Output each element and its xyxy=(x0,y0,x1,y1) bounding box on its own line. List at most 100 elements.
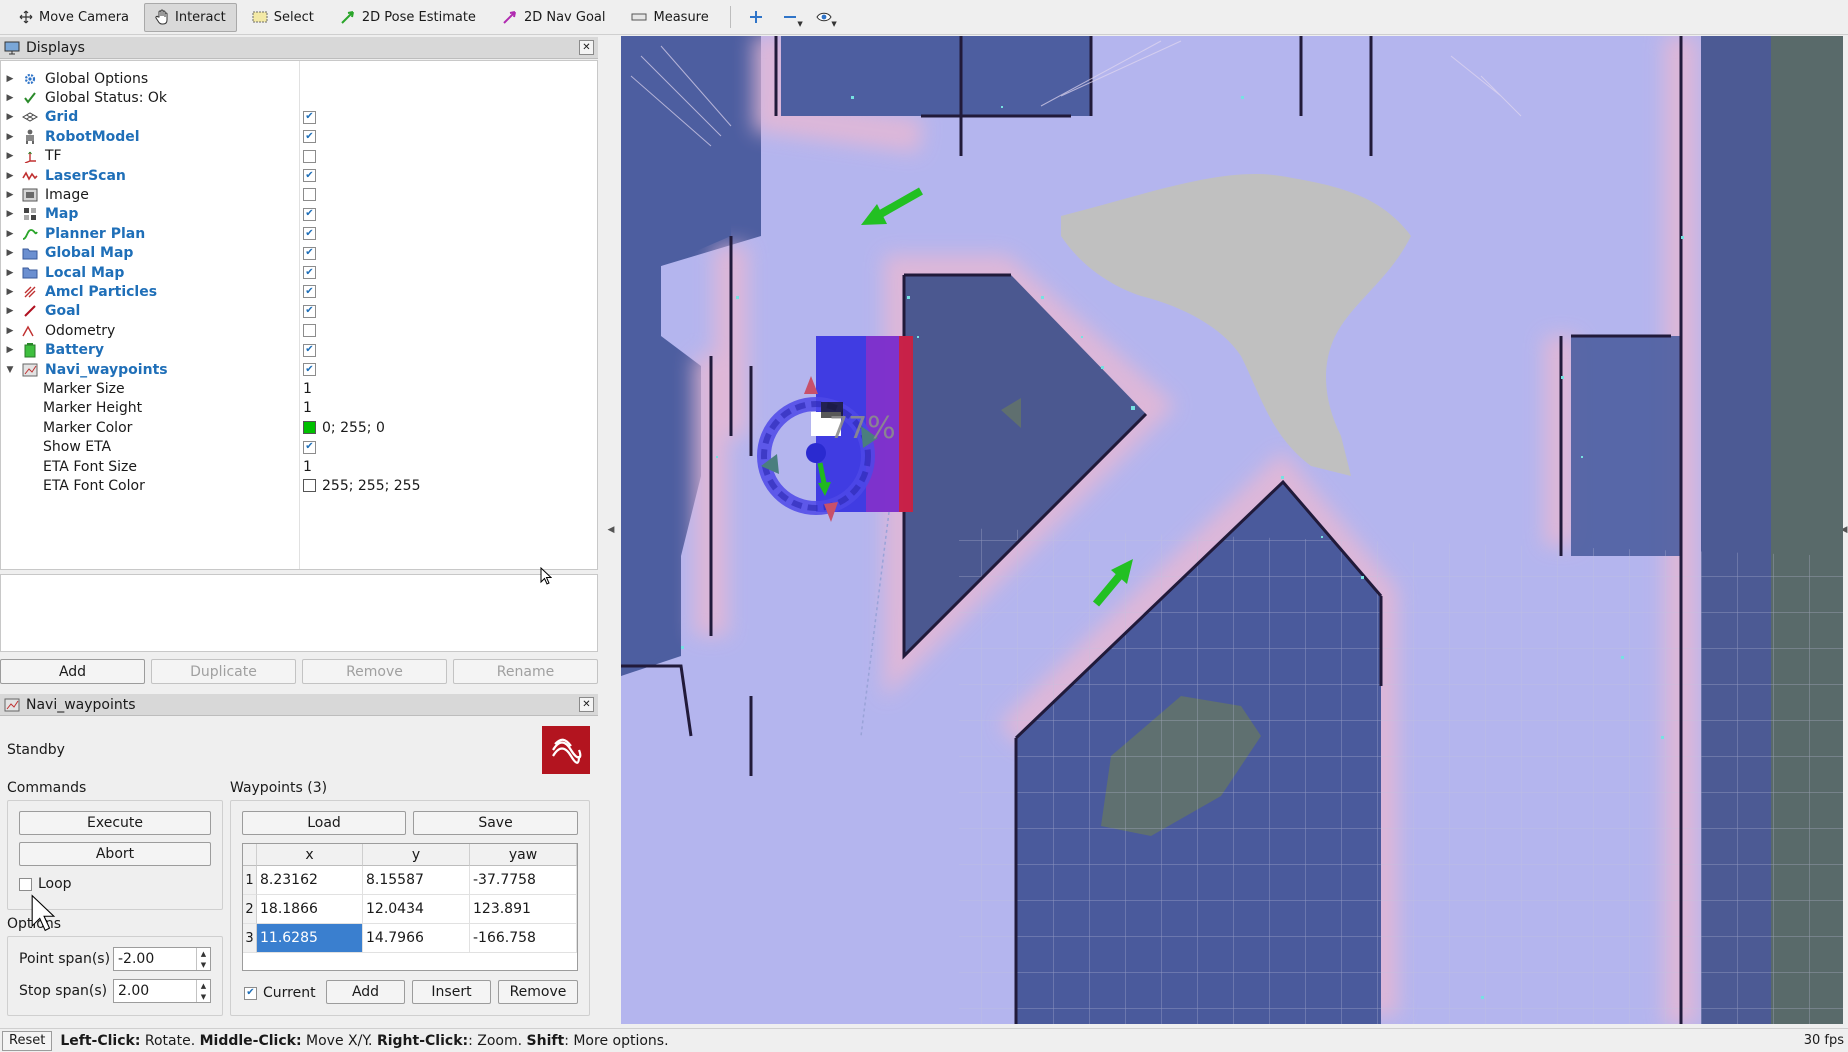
show-eta-checkbox[interactable]: ✔ xyxy=(303,440,316,454)
save-waypoints-button[interactable]: Save xyxy=(413,811,578,835)
add-waypoint-button[interactable]: Add xyxy=(326,980,405,1004)
enable-checkbox[interactable]: ✔ xyxy=(303,227,316,241)
execute-button[interactable]: Execute xyxy=(19,811,211,835)
table-cell-y[interactable]: 12.0434 xyxy=(363,895,470,924)
expand-right-icon[interactable]: ▶ xyxy=(3,248,17,258)
display-item-odometry[interactable]: ▶ Odometry xyxy=(1,321,597,340)
display-item-laserscan[interactable]: ▶ LaserScan ✔ xyxy=(1,166,597,185)
row-header[interactable]: 3 xyxy=(243,924,257,953)
property-value[interactable]: 255; 255; 255 xyxy=(303,478,421,494)
expand-right-icon[interactable]: ▶ xyxy=(3,229,17,239)
tool-2d-pose-estimate[interactable]: 2D Pose Estimate xyxy=(329,3,487,32)
enable-checkbox[interactable] xyxy=(303,149,316,163)
column-header-y[interactable]: y xyxy=(363,844,470,866)
insert-waypoint-button[interactable]: Insert xyxy=(412,980,491,1004)
left-dock-splitter[interactable]: ◀ xyxy=(604,36,618,1024)
enable-checkbox[interactable]: ✔ xyxy=(303,343,316,357)
current-checkbox-row[interactable]: ✔ Current xyxy=(244,985,316,1001)
enable-checkbox[interactable]: ✔ xyxy=(303,246,316,260)
property-value[interactable]: ✔ xyxy=(303,440,316,454)
expand-right-icon[interactable]: ▶ xyxy=(3,268,17,278)
enable-checkbox[interactable] xyxy=(303,324,316,338)
enable-checkbox[interactable]: ✔ xyxy=(303,285,316,299)
display-item-battery[interactable]: ▶ Battery ✔ xyxy=(1,341,597,360)
remove-tool-button[interactable]: ▼ xyxy=(775,3,805,32)
close-navi-button[interactable]: ✕ xyxy=(579,697,594,712)
tool-measure[interactable]: Measure xyxy=(620,3,719,32)
table-cell-x[interactable]: 11.6285 xyxy=(257,924,363,953)
property-value[interactable]: 1 xyxy=(303,381,312,397)
table-cell-y[interactable]: 14.7966 xyxy=(363,924,470,953)
render-3d-view[interactable]: 77% xyxy=(621,36,1843,1024)
tool-interact[interactable]: Interact xyxy=(144,2,237,32)
enable-checkbox[interactable]: ✔ xyxy=(303,363,316,376)
enable-checkbox[interactable]: ✔ xyxy=(303,110,316,124)
display-item-navi-waypoints[interactable]: ▼ Navi_waypoints ✔ xyxy=(1,360,597,379)
enable-checkbox[interactable]: ✔ xyxy=(303,169,316,182)
remove-waypoint-button[interactable]: Remove xyxy=(498,980,578,1004)
spin-arrows-icon[interactable]: ▲ ▼ xyxy=(196,980,210,1002)
property-eta-font-color[interactable]: ETA Font Color 255; 255; 255 xyxy=(1,476,597,495)
enable-checkbox[interactable]: ✔ xyxy=(303,130,316,144)
rename-display-button[interactable]: Rename xyxy=(453,659,598,684)
expand-right-icon[interactable]: ▶ xyxy=(3,326,17,336)
column-header-x[interactable]: x xyxy=(257,844,363,866)
enable-checkbox[interactable]: ✔ xyxy=(303,304,316,318)
remove-display-button[interactable]: Remove xyxy=(302,659,447,684)
displays-tree[interactable]: ▶ Global Options ▶ Global Status: Ok ▶ Grid ✔ ▶… xyxy=(0,60,598,570)
display-item-image[interactable]: ▶ Image xyxy=(1,185,597,204)
expand-right-icon[interactable]: ▶ xyxy=(3,132,17,142)
display-item-amcl-particles[interactable]: ▶ Amcl Particles ✔ xyxy=(1,282,597,301)
expand-right-icon[interactable]: ▶ xyxy=(3,190,17,200)
display-item-global-map[interactable]: ▶ Global Map ✔ xyxy=(1,244,597,263)
duplicate-display-button[interactable]: Duplicate xyxy=(151,659,296,684)
expand-right-icon[interactable]: ▶ xyxy=(3,306,17,316)
loop-checkbox-row[interactable]: Loop xyxy=(19,876,72,892)
property-eta-font-size[interactable]: ETA Font Size 1 xyxy=(1,457,597,476)
table-cell-yaw[interactable]: -37.7758 xyxy=(470,866,577,895)
property-show-eta[interactable]: Show ETA ✔ xyxy=(1,438,597,457)
tool-move-camera[interactable]: Move Camera xyxy=(8,3,140,32)
expand-right-icon[interactable]: ▶ xyxy=(3,171,17,181)
expand-right-icon[interactable]: ▶ xyxy=(3,112,17,122)
enable-checkbox[interactable]: ✔ xyxy=(303,207,316,221)
display-item-tf[interactable]: ▶ TF xyxy=(1,147,597,166)
table-cell-y[interactable]: 8.15587 xyxy=(363,866,470,895)
reset-view-button[interactable]: Reset xyxy=(2,1030,53,1051)
view-options-button[interactable]: ▼ xyxy=(809,3,839,32)
display-item-planner-plan[interactable]: ▶ Planner Plan ✔ xyxy=(1,224,597,243)
property-marker-height[interactable]: Marker Height 1 xyxy=(1,399,597,418)
add-display-button[interactable]: Add xyxy=(0,659,145,684)
color-swatch[interactable] xyxy=(303,421,316,435)
display-item-robotmodel[interactable]: ▶ RobotModel ✔ xyxy=(1,127,597,146)
close-displays-button[interactable]: ✕ xyxy=(579,40,594,55)
expand-right-icon[interactable]: ▶ xyxy=(3,209,17,219)
expand-right-icon[interactable]: ▶ xyxy=(3,151,17,161)
table-cell-yaw[interactable]: -166.758 xyxy=(470,924,577,953)
table-cell-x[interactable]: 18.1866 xyxy=(257,895,363,924)
waypoints-table[interactable]: x y yaw 1 8.23162 8.15587 -37.7758 2 18.1866 1… xyxy=(242,843,578,971)
enable-checkbox[interactable] xyxy=(303,188,316,202)
enable-checkbox[interactable]: ✔ xyxy=(303,266,316,279)
property-value[interactable]: 1 xyxy=(303,400,312,416)
display-item-map[interactable]: ▶ Map ✔ xyxy=(1,205,597,224)
tool-2d-nav-goal[interactable]: 2D Nav Goal xyxy=(491,3,617,32)
property-marker-size[interactable]: Marker Size 1 xyxy=(1,379,597,398)
display-item-global-status-ok[interactable]: ▶ Global Status: Ok xyxy=(1,88,597,107)
load-waypoints-button[interactable]: Load xyxy=(242,811,406,835)
spin-arrows-icon[interactable]: ▲ ▼ xyxy=(196,948,210,970)
expand-right-icon[interactable]: ▶ xyxy=(3,93,17,103)
current-checkbox[interactable]: ✔ xyxy=(244,986,257,1000)
stop-span-spinbox[interactable]: 2.00 ▲ ▼ xyxy=(113,979,211,1003)
property-value[interactable]: 1 xyxy=(303,459,312,475)
expand-right-icon[interactable]: ▶ xyxy=(3,74,17,84)
display-item-local-map[interactable]: ▶ Local Map ✔ xyxy=(1,263,597,282)
expand-right-icon[interactable]: ▶ xyxy=(3,345,17,355)
abort-button[interactable]: Abort xyxy=(19,842,211,866)
expand-right-icon[interactable]: ▶ xyxy=(3,287,17,297)
table-cell-x[interactable]: 8.23162 xyxy=(257,866,363,895)
table-cell-yaw[interactable]: 123.891 xyxy=(470,895,577,924)
display-item-goal[interactable]: ▶ Goal ✔ xyxy=(1,302,597,321)
row-header[interactable]: 2 xyxy=(243,895,257,924)
tool-select[interactable]: Select xyxy=(241,3,325,32)
